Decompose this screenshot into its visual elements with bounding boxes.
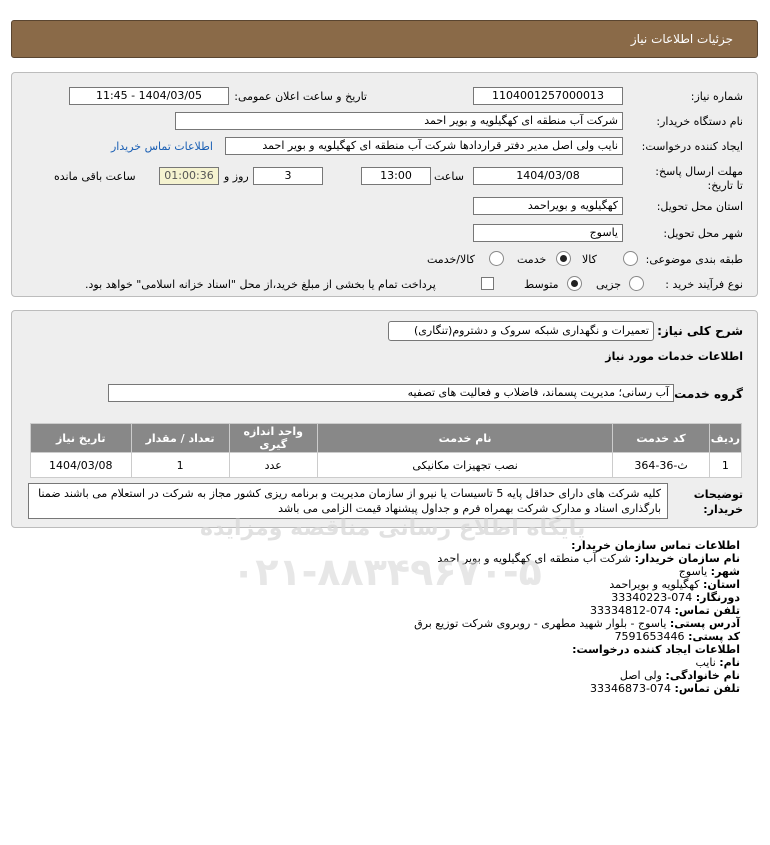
creator-phone: تلفن تماس: 074-33346873	[590, 682, 740, 695]
treasury-text: پرداخت تمام یا بخشی از مبلغ خرید،از محل …	[85, 278, 436, 291]
summary-label: شرح کلی نیاز:	[657, 324, 743, 338]
contact-postal: کد پستی: 7591653446	[614, 630, 740, 643]
remaining-field: 01:00:36	[159, 167, 219, 185]
cell-service-name: نصب تجهیزات مکانیکی	[316, 452, 614, 478]
page-header: جزئیات اطلاعات نیاز	[11, 20, 758, 58]
deadline-label: مهلت ارسال پاسخ: تا تاریخ:	[655, 165, 743, 192]
days-field: 3	[253, 167, 323, 185]
header-unit: واحد اندازه گیری	[228, 423, 318, 453]
services-title: اطلاعات خدمات مورد نیاز	[605, 350, 743, 363]
process-label: نوع فرآیند خرید :	[665, 278, 743, 291]
contact-fax: دورنگار: 074-33340223	[611, 591, 740, 604]
table-row: 1404/03/08 1 عدد نصب تجهیزات مکانیکی ث-3…	[30, 452, 743, 478]
process-option-minor: جزیی	[596, 278, 622, 291]
deadline-date-field: 1404/03/08	[473, 167, 623, 185]
cell-row: 1	[708, 452, 743, 478]
city-label: شهر محل تحویل:	[663, 227, 743, 240]
buyer-contact-link[interactable]: اطلاعات تماس خریدار	[111, 140, 213, 153]
contact-province: استان: کهگیلویه و بویراحمد	[609, 578, 740, 591]
days-label: روز و	[224, 170, 249, 183]
city-field: یاسوج	[473, 224, 623, 242]
announce-label: تاریخ و ساعت اعلان عمومی:	[234, 90, 367, 103]
contact-address: آدرس پستی: یاسوج - بلوار شهید مطهری - رو…	[414, 617, 740, 630]
need-info-panel: شماره نیاز: 1104001257000013 تاریخ و ساع…	[11, 72, 758, 297]
header-row: ردیف	[708, 423, 743, 453]
category-radio-service[interactable]	[556, 251, 571, 266]
need-details-panel: شرح کلی نیاز: تعمیرات و نگهداری شبکه سرو…	[11, 310, 758, 528]
summary-field: تعمیرات و نگهداری شبکه سروک و دشتروم(تنگ…	[388, 321, 654, 341]
table-header-row: تاریخ نیاز تعداد / مقدار واحد اندازه گیر…	[30, 423, 743, 453]
creator-field: نایب ولی اصل مدیر دفتر قراردادها شرکت آب…	[225, 137, 623, 155]
creator-title: اطلاعات ایجاد کننده درخواست:	[572, 643, 740, 656]
page-title: جزئیات اطلاعات نیاز	[630, 32, 733, 46]
cell-date: 1404/03/08	[30, 452, 132, 478]
cell-unit: عدد	[228, 452, 318, 478]
need-number-field: 1104001257000013	[473, 87, 623, 105]
contact-org-title: اطلاعات تماس سازمان خریدار:	[571, 539, 740, 552]
contact-phone: تلفن تماس: 074-33334812	[590, 604, 740, 617]
deadline-time-label: ساعت	[434, 170, 464, 183]
process-radio-medium[interactable]	[567, 276, 582, 291]
announce-field: 1404/03/05 - 11:45	[69, 87, 229, 105]
services-table: تاریخ نیاز تعداد / مقدار واحد اندازه گیر…	[30, 423, 743, 478]
deadline-time-field: 13:00	[361, 167, 431, 185]
category-option-service: خدمت	[517, 253, 547, 266]
creator-last-name: نام خانوادگی: ولی اصل	[619, 669, 740, 682]
category-option-goods: کالا	[582, 253, 597, 266]
province-label: استان محل تحویل:	[656, 200, 743, 213]
contact-city: شهر: یاسوج	[678, 565, 740, 578]
process-option-medium: متوسط	[524, 278, 559, 291]
process-radio-minor[interactable]	[629, 276, 644, 291]
header-date: تاریخ نیاز	[30, 423, 132, 453]
service-group-label: گروه خدمت:	[669, 387, 743, 401]
creator-first-name: نام: نایب	[695, 656, 740, 669]
creator-label: ایجاد کننده درخواست:	[641, 140, 743, 153]
category-radio-goods-service[interactable]	[489, 251, 504, 266]
header-service-code: کد خدمت	[612, 423, 710, 453]
buyer-label: نام دستگاه خریدار:	[656, 115, 743, 128]
cell-service-code: ث-36-364	[612, 452, 710, 478]
province-field: کهگیلویه و بویراحمد	[473, 197, 623, 215]
header-quantity: تعداد / مقدار	[130, 423, 230, 453]
remaining-label: ساعت باقی مانده	[54, 170, 136, 183]
contact-org-name: نام سازمان خریدار: شرکت آب منطقه ای کهگی…	[437, 552, 740, 565]
cell-quantity: 1	[130, 452, 230, 478]
buyer-field: شرکت آب منطقه ای کهگیلویه و بویر احمد	[175, 112, 623, 130]
notes-label: توضیحات خریدار:	[693, 488, 743, 516]
category-option-goods-service: کالا/خدمت	[427, 253, 475, 266]
category-label: طبقه بندی موضوعی:	[645, 253, 743, 266]
treasury-checkbox[interactable]	[481, 277, 494, 290]
category-radio-goods[interactable]	[623, 251, 638, 266]
need-number-label: شماره نیاز:	[690, 90, 743, 103]
service-group-field: آب رسانی؛ مدیریت پسماند، فاضلاب و فعالیت…	[108, 384, 674, 402]
header-service-name: نام خدمت	[316, 423, 614, 453]
notes-box: کلیه شرکت های دارای حداقل پایه 5 تاسیسات…	[28, 483, 668, 519]
